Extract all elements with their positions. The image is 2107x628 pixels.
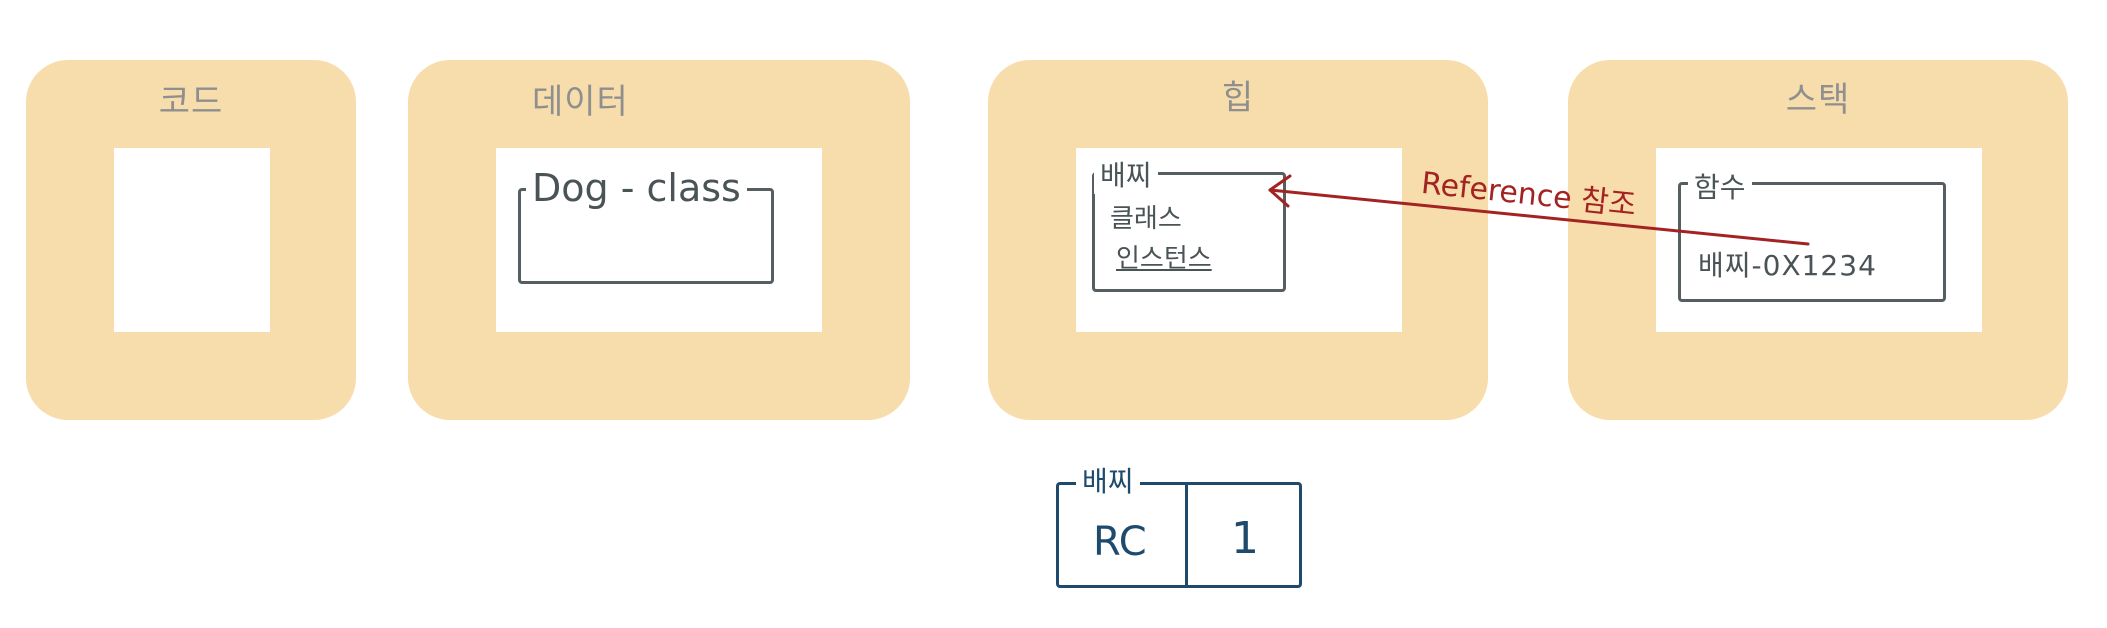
rc-value: 1: [1231, 513, 1259, 564]
rc-label: RC: [1093, 519, 1147, 565]
rc-divider: [1185, 485, 1188, 585]
rc-box-label: 배찌: [1076, 460, 1140, 500]
reference-arrow: [1268, 174, 1810, 246]
